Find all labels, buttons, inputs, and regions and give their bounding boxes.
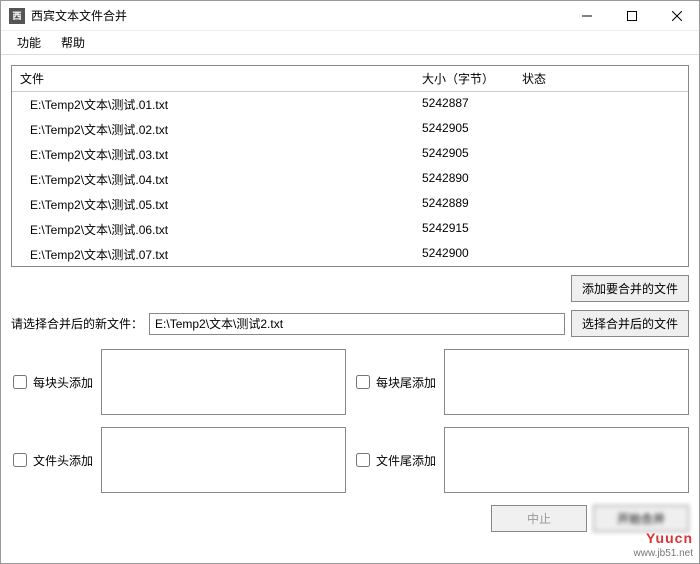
file-table-header: 文件 大小（字节） 状态 [12,66,688,92]
titlebar-left: 西 西宾文本文件合并 [9,7,127,24]
choose-output-button[interactable]: 选择合并后的文件 [571,310,689,337]
block-head-checkbox-wrap[interactable]: 每块头添加 [11,374,93,391]
cell-file: E:\Temp2\文本\测试.06.txt [12,219,414,240]
table-row[interactable]: E:\Temp2\文本\测试.06.txt5242915 [12,217,688,242]
file-table-body[interactable]: E:\Temp2\文本\测试.01.txt5242887E:\Temp2\文本\… [12,92,688,266]
window-title: 西宾文本文件合并 [31,7,127,24]
block-head-checkbox[interactable] [13,375,27,389]
cell-file: E:\Temp2\文本\测试.01.txt [12,94,414,115]
cell-status [514,119,688,140]
file-head-label: 文件头添加 [33,452,93,469]
cell-status [514,94,688,115]
menu-item-help[interactable]: 帮助 [53,31,93,54]
cell-file: E:\Temp2\文本\测试.05.txt [12,194,414,215]
close-button[interactable] [654,1,699,30]
cell-size: 5242900 [414,244,514,265]
file-table: 文件 大小（字节） 状态 E:\Temp2\文本\测试.01.txt524288… [11,65,689,267]
titlebar: 西 西宾文本文件合并 [1,1,699,31]
file-tail-label: 文件尾添加 [376,452,436,469]
output-file-input[interactable] [149,313,565,335]
cell-size: 5242905 [414,119,514,140]
output-file-label: 请选择合并后的新文件： [11,315,143,332]
file-tail-textbox[interactable] [444,427,689,493]
file-tail-checkbox[interactable] [356,453,370,467]
output-file-row: 请选择合并后的新文件： 选择合并后的文件 [11,310,689,337]
cell-size: 5242890 [414,169,514,190]
menu-item-functions[interactable]: 功能 [9,31,49,54]
col-header-size[interactable]: 大小（字节） [414,66,514,91]
content-area: 文件 大小（字节） 状态 E:\Temp2\文本\测试.01.txt524288… [1,55,699,563]
file-tail-checkbox-wrap[interactable]: 文件尾添加 [354,452,436,469]
cell-file: E:\Temp2\文本\测试.02.txt [12,119,414,140]
cell-status [514,144,688,165]
cell-status [514,169,688,190]
table-row[interactable]: E:\Temp2\文本\测试.03.txt5242905 [12,142,688,167]
cell-status [514,244,688,265]
app-icon: 西 [9,8,25,24]
bottom-button-row: 中止 开始合并 [11,505,689,532]
cell-status [514,194,688,215]
block-head-textbox[interactable] [101,349,346,415]
file-head-checkbox-wrap[interactable]: 文件头添加 [11,452,93,469]
app-window: 西 西宾文本文件合并 功能 帮助 文件 大小（字节） 状态 E:\Temp2 [0,0,700,564]
minimize-button[interactable] [564,1,609,30]
block-tail-label: 每块尾添加 [376,374,436,391]
add-files-button[interactable]: 添加要合并的文件 [571,275,689,302]
col-header-file[interactable]: 文件 [12,66,414,91]
file-head-textbox[interactable] [101,427,346,493]
cell-file: E:\Temp2\文本\测试.07.txt [12,244,414,265]
table-row[interactable]: E:\Temp2\文本\测试.07.txt5242900 [12,242,688,266]
abort-button[interactable]: 中止 [491,505,587,532]
cell-size: 5242887 [414,94,514,115]
cell-size: 5242915 [414,219,514,240]
block-tail-checkbox[interactable] [356,375,370,389]
cell-file: E:\Temp2\文本\测试.04.txt [12,169,414,190]
start-merge-button[interactable]: 开始合并 [593,505,689,532]
cell-file: E:\Temp2\文本\测试.03.txt [12,144,414,165]
options-grid: 每块头添加 每块尾添加 文件头添加 文件尾添加 [11,349,689,493]
file-head-checkbox[interactable] [13,453,27,467]
block-head-label: 每块头添加 [33,374,93,391]
cell-size: 5242889 [414,194,514,215]
maximize-button[interactable] [609,1,654,30]
cell-status [514,219,688,240]
col-header-status[interactable]: 状态 [514,66,688,91]
window-controls [564,1,699,30]
table-row[interactable]: E:\Temp2\文本\测试.04.txt5242890 [12,167,688,192]
cell-size: 5242905 [414,144,514,165]
add-files-row: 添加要合并的文件 [11,275,689,302]
block-tail-checkbox-wrap[interactable]: 每块尾添加 [354,374,436,391]
menubar: 功能 帮助 [1,31,699,55]
table-row[interactable]: E:\Temp2\文本\测试.02.txt5242905 [12,117,688,142]
table-row[interactable]: E:\Temp2\文本\测试.01.txt5242887 [12,92,688,117]
block-tail-textbox[interactable] [444,349,689,415]
table-row[interactable]: E:\Temp2\文本\测试.05.txt5242889 [12,192,688,217]
